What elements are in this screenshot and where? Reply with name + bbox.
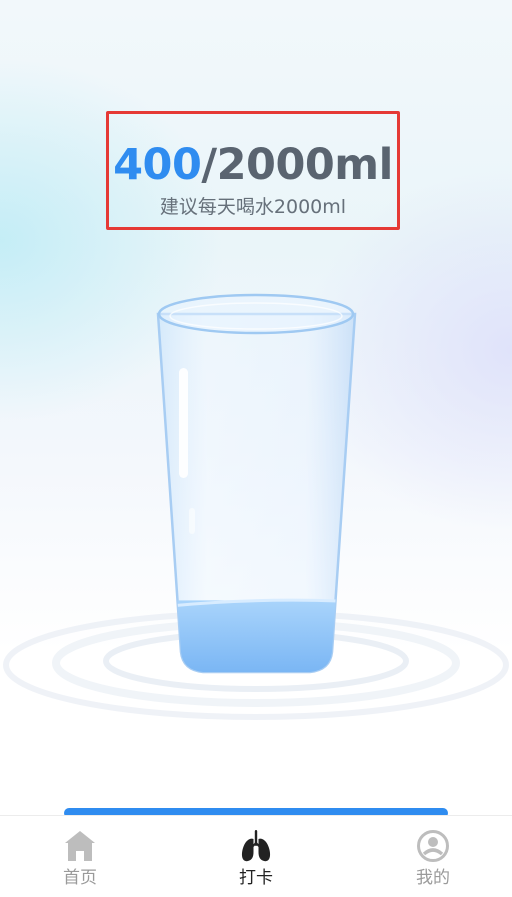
intake-amount: 400/2000ml	[109, 141, 397, 189]
tab-checkin-label: 打卡	[239, 868, 273, 888]
intake-goal: /2000ml	[201, 140, 393, 190]
tab-profile-label: 我的	[416, 868, 450, 888]
intake-current: 400	[113, 140, 202, 190]
water-glass[interactable]	[0, 280, 512, 720]
tab-checkin[interactable]: 打卡	[206, 816, 306, 897]
lungs-icon	[241, 830, 271, 862]
tab-home-label: 首页	[63, 868, 97, 888]
intake-hint: 建议每天喝水2000ml	[159, 196, 347, 218]
glass-rim	[157, 293, 355, 335]
tab-home[interactable]: 首页	[30, 816, 130, 897]
home-icon	[65, 831, 95, 861]
profile-icon	[417, 830, 449, 862]
tab-profile[interactable]: 我的	[383, 816, 483, 897]
glass-glare	[179, 368, 188, 478]
bottom-tab-bar: 首页 打卡 我的	[0, 815, 512, 896]
intake-summary: 400/2000ml 建议每天喝水2000ml	[106, 111, 400, 230]
